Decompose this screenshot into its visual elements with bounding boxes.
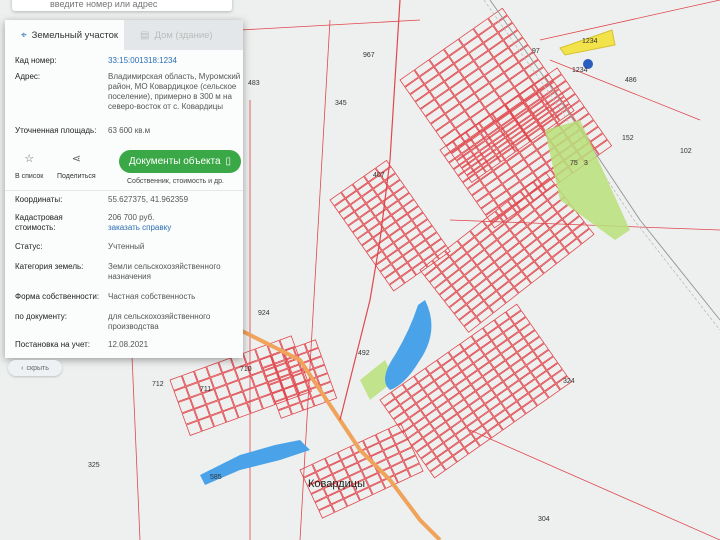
map-label: 711 <box>200 386 212 393</box>
map-label: 483 <box>248 80 260 87</box>
star-icon: ☆ <box>24 153 35 165</box>
map-label: 324 <box>563 378 575 385</box>
cad-number-value[interactable]: 33:15:001318:1234 <box>108 56 177 66</box>
status-label: Статус: <box>15 242 43 251</box>
area-label: Уточненная площадь: <box>15 126 97 135</box>
chevron-left-icon: ‹ <box>21 364 24 372</box>
registered-label: Постановка на учет: <box>15 340 91 349</box>
documents-button[interactable]: Документы объекта ▯ <box>119 150 241 173</box>
map-label: 712 <box>152 381 164 388</box>
divider <box>5 190 243 191</box>
address-label: Адрес: <box>15 72 41 81</box>
building-icon: ▤ <box>140 29 150 41</box>
by-document-label: по документу: <box>15 312 67 321</box>
map-label: 967 <box>363 52 375 59</box>
hide-panel-button[interactable]: ‹ скрыть <box>8 360 62 376</box>
share-button[interactable]: ⋖ Поделиться <box>57 152 96 180</box>
by-document-value: для сельскохозяйственного производства <box>108 312 211 331</box>
ownership-label: Форма собственности: <box>15 292 100 301</box>
cad-number-label: Кад номер: <box>15 56 57 65</box>
map-label: 152 <box>622 135 634 142</box>
map-label: 585 <box>210 474 222 481</box>
search-bar[interactable] <box>12 0 258 11</box>
share-icon: ⋖ <box>71 153 81 165</box>
map-label: 304 <box>538 516 550 523</box>
cost-value: 206 700 руб. заказать справку <box>108 213 172 233</box>
parcel-info-panel: ⌖ Земельный участок ▤ Дом (здание) Кад н… <box>5 20 243 358</box>
map-label: 407 <box>373 172 385 179</box>
documents-subtitle: Собственник, стоимость и др. <box>127 178 224 185</box>
map-label: Ковардицы <box>308 478 365 490</box>
ownership-value: Частная собственность <box>108 292 196 301</box>
map-label: 492 <box>358 350 370 357</box>
tab-land-plot[interactable]: ⌖ Земельный участок <box>5 20 124 50</box>
map-label: 3 <box>584 160 588 167</box>
coords-label: Координаты: <box>15 195 63 204</box>
map-label: 345 <box>335 100 347 107</box>
document-icon: ▯ <box>225 156 232 167</box>
map-pin-icon: ⌖ <box>21 29 27 41</box>
address-value: Владимирская область, Муромский район, МО… <box>108 72 241 111</box>
search-input[interactable] <box>12 0 258 9</box>
map-label: 486 <box>625 77 637 84</box>
status-value: Учтенный <box>108 242 145 251</box>
category-label: Категория земель: <box>15 262 84 271</box>
category-value: Земли сельскохозяйственного назначения <box>108 262 221 281</box>
map-label: 75 <box>570 160 578 167</box>
map-label: 924 <box>258 310 270 317</box>
map-label: 102 <box>680 148 692 155</box>
map-label: 1234 <box>582 38 598 45</box>
map-label: 710 <box>240 366 252 373</box>
map-label: 325 <box>88 462 100 469</box>
map-label: 97 <box>532 48 540 55</box>
order-certificate-link[interactable]: заказать справку <box>108 223 171 233</box>
area-value: 63 600 кв.м <box>108 126 151 135</box>
registered-value: 12.08.2021 <box>108 340 149 349</box>
map-label: 1234 <box>572 67 588 74</box>
coords-value: 55.627375, 41.962359 <box>108 195 189 204</box>
cost-label: Кадастровая стоимость: <box>15 213 63 232</box>
tab-house[interactable]: ▤ Дом (здание) <box>124 20 243 50</box>
add-to-list-button[interactable]: ☆ В список <box>15 152 43 180</box>
